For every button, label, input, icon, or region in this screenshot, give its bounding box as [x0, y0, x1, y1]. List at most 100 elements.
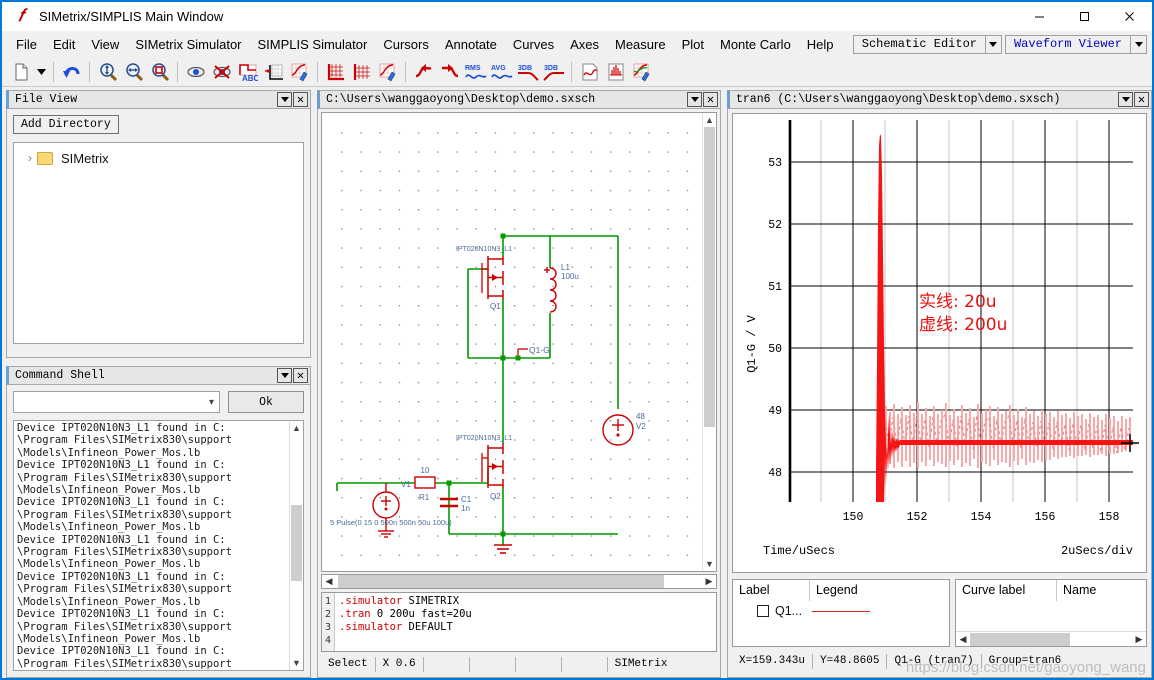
schematic-close-icon[interactable]: ✕	[703, 92, 718, 107]
q2-model-label: IPT020N10N3_L1	[456, 435, 512, 442]
falling-edge-icon[interactable]	[437, 59, 462, 84]
minimize-icon[interactable]	[1017, 2, 1062, 31]
waveform-menu-icon[interactable]	[1118, 92, 1133, 107]
toolbar-separator	[177, 61, 178, 82]
add-text-icon[interactable]: ABC	[235, 59, 260, 84]
scroll-left-icon[interactable]: ◀	[956, 634, 970, 645]
file-view-panel: File View ✕ Add Directory › SIMetrix	[6, 90, 311, 358]
schematic-menu-icon[interactable]	[687, 92, 702, 107]
toolbar-separator	[405, 61, 406, 82]
command-log-scrollbar[interactable]: ▲ ▼	[289, 421, 303, 670]
file-view-menu-icon[interactable]	[277, 92, 292, 107]
scrollbar-track[interactable]	[970, 632, 1132, 646]
schematic-editor-select[interactable]: Schematic Editor	[852, 34, 1002, 54]
3db-rising-icon[interactable]: 3DB	[541, 59, 566, 84]
code-rest: DEFAULT	[402, 621, 453, 633]
add-axis-icon[interactable]	[261, 59, 286, 84]
undo-icon[interactable]	[59, 59, 84, 84]
file-view-close-icon[interactable]: ✕	[293, 92, 308, 107]
waveform-close-icon[interactable]: ✕	[1134, 92, 1149, 107]
rising-edge-icon[interactable]	[411, 59, 436, 84]
legend-row-item[interactable]: Q1...	[733, 601, 949, 621]
plot-area[interactable]: 53 52 51 50 49 48 150 152 154 156 158 Q1…	[732, 113, 1147, 573]
fft-icon[interactable]	[603, 59, 628, 84]
menu-simplis-simulator[interactable]: SIMPLIS Simulator	[250, 34, 376, 55]
scrollbar-track[interactable]	[336, 575, 702, 588]
schematic-editor-label: Schematic Editor	[861, 36, 977, 51]
graph-style-icon[interactable]	[375, 59, 400, 84]
scroll-down-icon[interactable]: ▼	[705, 557, 714, 571]
maximize-icon[interactable]	[1062, 2, 1107, 31]
y-axis-label: Q1-G / V	[745, 314, 759, 372]
tree-item-simetrix[interactable]: › SIMetrix	[17, 148, 300, 168]
chevron-right-icon[interactable]: ›	[23, 151, 37, 165]
waveform-panel: tran6 (C:\Users\wanggaoyong\Desktop\demo…	[727, 90, 1152, 678]
menu-measure[interactable]: Measure	[607, 34, 674, 55]
menu-annotate[interactable]: Annotate	[437, 34, 505, 55]
code-keyword: .tran	[339, 608, 371, 620]
chevron-down-icon[interactable]	[1130, 35, 1146, 53]
menu-edit[interactable]: Edit	[45, 34, 83, 55]
menu-cursors[interactable]: Cursors	[375, 34, 437, 55]
scroll-down-icon[interactable]: ▼	[292, 656, 301, 670]
chevron-down-icon[interactable]	[984, 35, 1001, 53]
edit-graph-icon[interactable]	[287, 59, 312, 84]
command-shell-title: Command Shell	[15, 369, 105, 382]
grid-axes-icon[interactable]	[323, 59, 348, 84]
waveform-viewer-select[interactable]: Waveform Viewer	[1004, 34, 1147, 54]
new-graph-sheet-icon[interactable]	[577, 59, 602, 84]
command-shell-close-icon[interactable]: ✕	[293, 368, 308, 383]
command-input[interactable]: ▾	[13, 391, 220, 413]
menu-file[interactable]: File	[8, 34, 45, 55]
avg-icon[interactable]: AVG	[489, 59, 514, 84]
scroll-up-icon[interactable]: ▲	[292, 421, 301, 435]
menu-plot[interactable]: Plot	[674, 34, 712, 55]
status-cell-6	[562, 657, 608, 673]
code-content[interactable]: .simulator SIMETRIX .tran 0 200u fast=20…	[335, 593, 716, 651]
file-tree[interactable]: › SIMetrix	[13, 142, 304, 344]
scroll-left-icon[interactable]: ◀	[322, 576, 336, 587]
schematic-code-editor[interactable]: 1 2 3 4 .simulator SIMETRIX .tran 0 200u…	[321, 592, 717, 652]
scroll-right-icon[interactable]: ▶	[1132, 634, 1146, 645]
command-ok-button[interactable]: Ok	[228, 391, 304, 413]
menu-simetrix-simulator[interactable]: SIMetrix Simulator	[127, 34, 249, 55]
scroll-up-icon[interactable]: ▲	[705, 113, 714, 127]
menu-monte-carlo[interactable]: Monte Carlo	[712, 34, 799, 55]
open-graph-icon[interactable]	[629, 59, 654, 84]
scrollbar-thumb[interactable]	[704, 127, 715, 427]
close-icon[interactable]	[1107, 2, 1152, 31]
show-curve-icon[interactable]	[183, 59, 208, 84]
rms-icon[interactable]: RMS	[463, 59, 488, 84]
hide-curve-icon[interactable]	[209, 59, 234, 84]
annotation-line-1: 实线: 20u	[919, 292, 997, 312]
scroll-right-icon[interactable]: ▶	[702, 576, 716, 587]
legend-curve-label: Q1...	[775, 604, 803, 618]
add-directory-button[interactable]: Add Directory	[13, 115, 119, 134]
curve-legend-table[interactable]: Label Legend Q1...	[732, 579, 950, 647]
new-document-dropdown-icon[interactable]	[34, 59, 48, 84]
schematic-canvas[interactable]: IPT020N10N3_L1 Q1 Q1-G L1 100u 48 V2 IPT…	[322, 113, 702, 571]
menu-view[interactable]: View	[83, 34, 127, 55]
schematic-vertical-scrollbar[interactable]: ▲ ▼	[702, 113, 716, 571]
zoom-vertical-icon[interactable]	[95, 59, 120, 84]
new-document-icon[interactable]	[8, 59, 33, 84]
status-cell-4	[470, 657, 516, 673]
menu-help[interactable]: Help	[799, 34, 842, 55]
zoom-box-icon[interactable]	[147, 59, 172, 84]
grid-icon[interactable]	[349, 59, 374, 84]
legend-checkbox[interactable]	[757, 605, 769, 617]
r1-ref-label: R1	[419, 493, 430, 502]
curve-name-horizontal-scrollbar[interactable]: ◀ ▶	[956, 631, 1146, 646]
main-toolbar: ABC RMS AVG 3DB 3DB	[2, 57, 1152, 87]
command-shell-menu-icon[interactable]	[277, 368, 292, 383]
scrollbar-thumb[interactable]	[291, 505, 302, 581]
3db-falling-icon[interactable]: 3DB	[515, 59, 540, 84]
waveform-viewer-label: Waveform Viewer	[1013, 36, 1122, 51]
schematic-horizontal-scrollbar[interactable]: ◀ ▶	[321, 574, 717, 589]
curve-name-table[interactable]: Curve label Name ◀ ▶	[955, 579, 1147, 647]
chevron-down-icon[interactable]: ▾	[209, 397, 214, 408]
l1-value-label: 100u	[561, 272, 579, 281]
menu-axes[interactable]: Axes	[562, 34, 607, 55]
menu-curves[interactable]: Curves	[505, 34, 562, 55]
zoom-horizontal-icon[interactable]	[121, 59, 146, 84]
